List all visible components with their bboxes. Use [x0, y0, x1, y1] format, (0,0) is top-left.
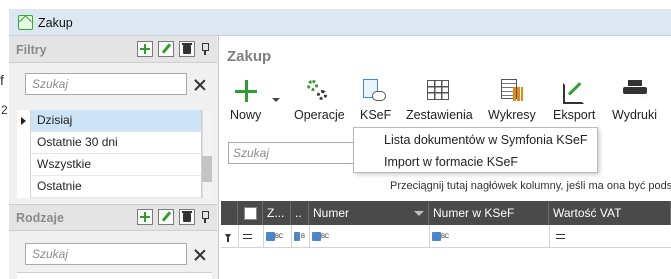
types-search-input[interactable]: Szukaj — [25, 243, 187, 265]
window-title: Zakup — [38, 16, 73, 30]
row-indicator-icon — [21, 117, 26, 125]
abc-filter-label: BC — [321, 234, 329, 240]
grouping-hint: Przeciągnij tutaj nagłówek kolumny, jeśl… — [390, 180, 671, 192]
grid-header-row-selector — [221, 201, 238, 225]
add-filter-icon[interactable] — [137, 41, 153, 57]
printer-icon[interactable] — [623, 80, 647, 102]
filter-item-ostatnie[interactable]: Ostatnie — [31, 176, 201, 198]
abc-filter-icon[interactable] — [432, 232, 441, 241]
filters-scrollbar[interactable] — [202, 110, 212, 198]
plus-icon[interactable] — [235, 80, 257, 102]
home-icon — [18, 15, 33, 30]
menu-item-ksef-import[interactable]: Import w formacie KSeF — [384, 155, 518, 169]
clipped-text-fragment: f — [0, 72, 4, 88]
column-header-vat-value[interactable]: Wartość VAT — [549, 201, 671, 225]
column-header-ksef-number[interactable]: Numer w KSeF — [429, 201, 549, 225]
printouts-button[interactable]: Wydruki — [612, 108, 657, 122]
charts-button[interactable]: Wykresy — [488, 108, 536, 122]
export-button[interactable]: Eksport — [553, 108, 595, 122]
gears-icon[interactable] — [307, 80, 329, 102]
column-header-z[interactable]: Z... — [263, 201, 291, 225]
abc-filter-icon[interactable] — [294, 232, 300, 241]
filters-panel-title: Filtry — [16, 43, 47, 57]
chevron-down-icon[interactable] — [272, 98, 280, 102]
equals-operator-icon[interactable] — [556, 234, 565, 239]
chart-icon[interactable] — [501, 79, 523, 101]
window-titlebar: Zakup — [9, 9, 671, 36]
grid-body — [221, 248, 671, 279]
select-all-checkbox[interactable] — [244, 207, 257, 220]
summaries-button[interactable]: Zestawienia — [406, 108, 473, 122]
abc-filter-icon[interactable] — [266, 232, 275, 241]
table-icon[interactable] — [427, 80, 449, 100]
equals-operator-icon[interactable] — [243, 234, 252, 239]
column-header-attach[interactable]: .. — [291, 201, 309, 225]
operations-button[interactable]: Operacje — [294, 108, 345, 122]
export-icon[interactable] — [563, 79, 585, 104]
sort-icon[interactable] — [414, 211, 424, 216]
types-panel-title: Rodzaje — [16, 211, 64, 225]
menu-item-ksef-document-list[interactable]: Lista dokumentów w Symfonia KSeF — [384, 133, 588, 147]
clear-search-icon[interactable] — [193, 78, 207, 92]
edit-type-icon[interactable] — [158, 209, 174, 225]
delete-filter-icon[interactable] — [179, 41, 195, 57]
grid-header-select-all[interactable] — [238, 201, 263, 225]
filters-search-input[interactable]: Szukaj — [25, 73, 187, 95]
ksef-button[interactable]: KSeF — [360, 108, 391, 122]
delete-type-icon[interactable] — [179, 209, 195, 225]
filter-item-wszystkie[interactable]: Wszystkie — [31, 154, 201, 176]
pin-icon[interactable] — [200, 210, 210, 224]
filter-item-dzisiaj[interactable]: Dzisiaj — [31, 110, 201, 132]
filters-scrollbar-thumb[interactable] — [202, 156, 212, 182]
edit-filter-icon[interactable] — [158, 41, 174, 57]
abc-filter-label: B — [301, 234, 305, 240]
abc-filter-label: BC — [441, 234, 449, 240]
clear-search-icon[interactable] — [193, 248, 207, 262]
page-title: Zakup — [227, 48, 272, 65]
abc-filter-label: BC — [275, 234, 283, 240]
clipped-text-fragment: 2 — [1, 103, 8, 117]
abc-filter-icon[interactable] — [312, 232, 321, 241]
types-list — [17, 272, 212, 279]
documents-search-input[interactable]: Szukaj — [228, 142, 356, 164]
filter-funnel-icon[interactable] — [225, 234, 231, 242]
column-header-number[interactable]: Numer — [309, 201, 429, 225]
new-button[interactable]: Nowy — [230, 108, 261, 122]
filter-item-ostatnie-30-dni[interactable]: Ostatnie 30 dni — [31, 132, 201, 154]
pin-icon[interactable] — [200, 42, 210, 56]
ksef-icon[interactable] — [362, 79, 386, 101]
add-type-icon[interactable] — [137, 209, 153, 225]
